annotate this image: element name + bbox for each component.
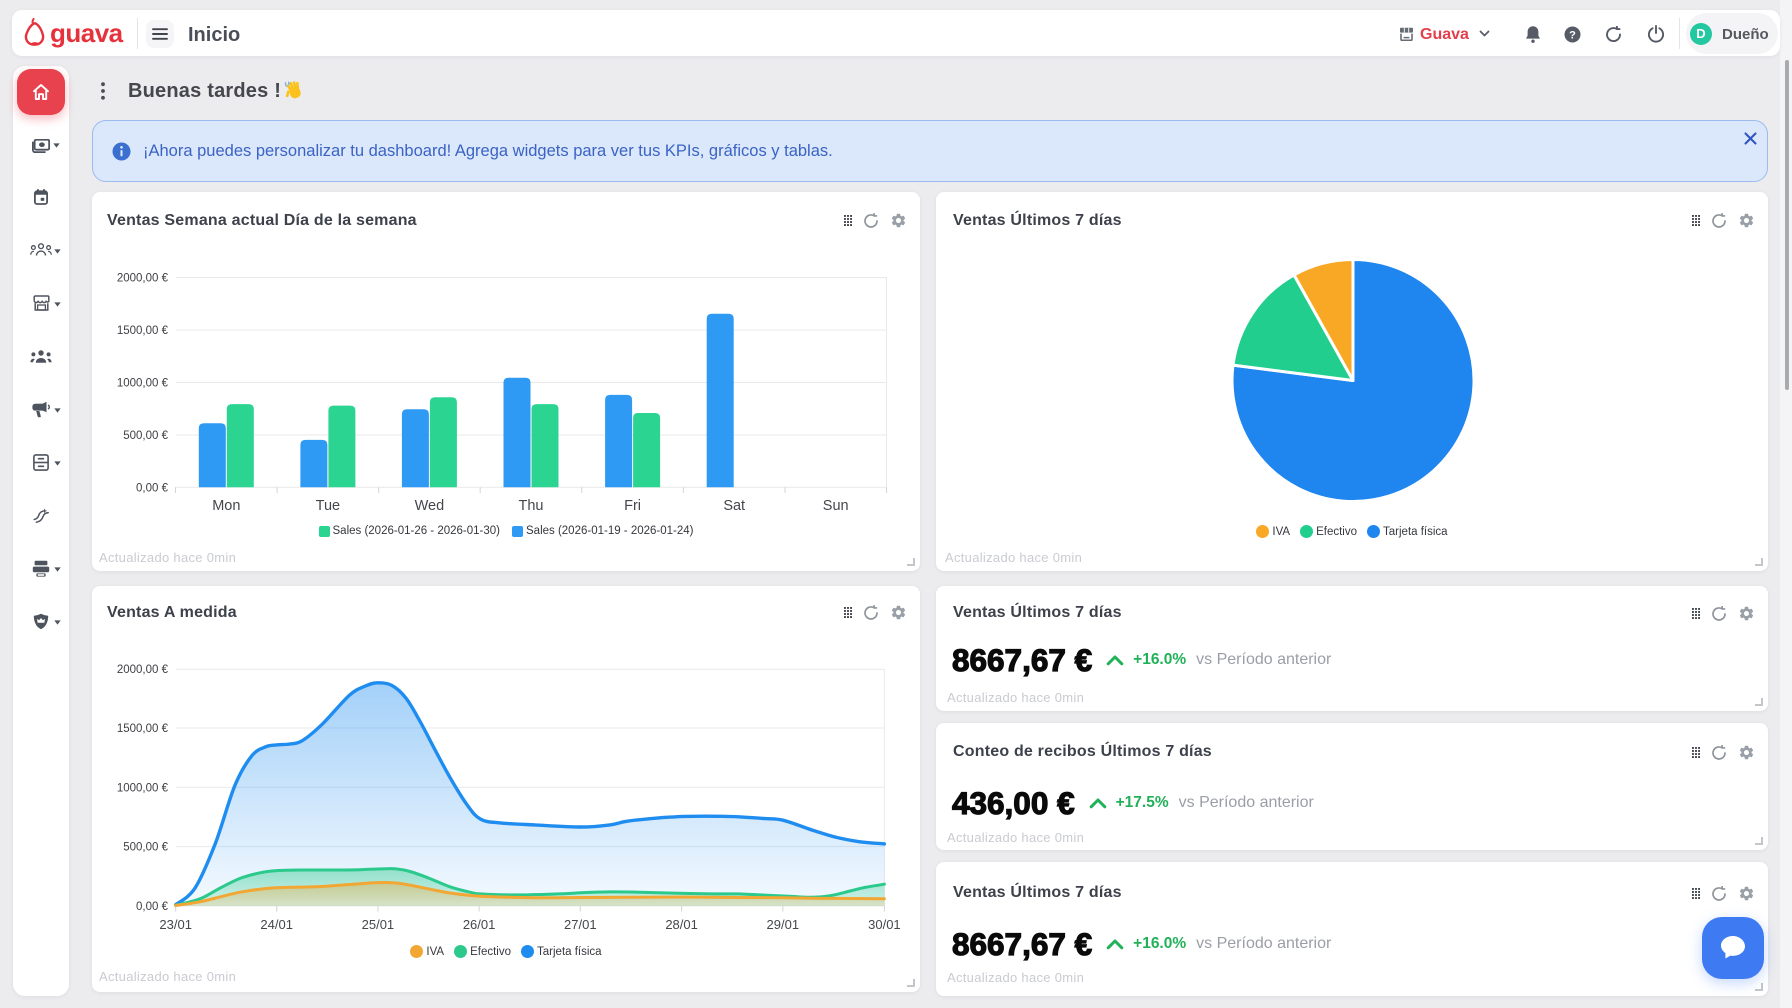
svg-text:500,00 €: 500,00 € <box>123 842 168 854</box>
svg-text:0,00 €: 0,00 € <box>136 901 169 913</box>
svg-text:Mon: Mon <box>212 498 240 514</box>
svg-text:25/01: 25/01 <box>362 917 395 932</box>
svg-text:2000,00 €: 2000,00 € <box>117 273 169 285</box>
svg-text:1500,00 €: 1500,00 € <box>117 723 169 735</box>
svg-text:29/01: 29/01 <box>767 917 800 932</box>
svg-text:Thu: Thu <box>519 498 544 514</box>
svg-text:1000,00 €: 1000,00 € <box>117 782 169 794</box>
svg-text:26/01: 26/01 <box>463 917 496 932</box>
svg-text:28/01: 28/01 <box>665 917 698 932</box>
svg-text:23/01: 23/01 <box>159 917 192 932</box>
svg-text:Wed: Wed <box>415 498 445 514</box>
svg-text:0,00 €: 0,00 € <box>136 482 169 494</box>
svg-text:Sun: Sun <box>823 498 849 514</box>
svg-text:Fri: Fri <box>624 498 641 514</box>
svg-text:Tue: Tue <box>316 498 340 514</box>
svg-text:Sat: Sat <box>723 498 745 514</box>
svg-text:500,00 €: 500,00 € <box>123 430 168 442</box>
svg-text:30/01: 30/01 <box>868 917 901 932</box>
svg-text:2000,00 €: 2000,00 € <box>117 664 169 676</box>
svg-text:1500,00 €: 1500,00 € <box>117 325 169 337</box>
svg-text:24/01: 24/01 <box>260 917 293 932</box>
svg-text:?: ? <box>1569 29 1576 41</box>
svg-text:1000,00 €: 1000,00 € <box>117 378 169 390</box>
svg-text:27/01: 27/01 <box>564 917 597 932</box>
